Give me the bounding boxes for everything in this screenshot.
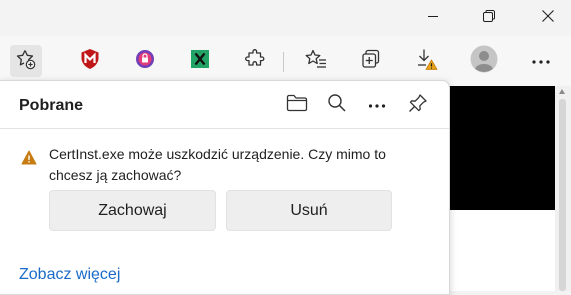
add-favorite-button[interactable] [10,45,42,77]
pin-panel-button[interactable] [404,91,432,119]
more-options-icon [368,96,386,114]
close-window-button[interactable] [525,0,571,36]
collections-button[interactable] [355,45,387,77]
minimize-icon [427,9,439,27]
mcafee-extension-button[interactable] [74,45,106,77]
scroll-up-arrow-icon[interactable] [559,89,565,94]
browser-toolbar [0,36,571,86]
warning-icon [21,150,37,170]
folder-icon [286,94,308,117]
favorites-button[interactable] [300,45,332,77]
scrollbar-thumb[interactable] [559,99,566,291]
collections-icon [361,49,381,74]
profile-avatar-icon [470,45,498,78]
favorites-icon [305,49,327,74]
downloads-warning-icon [414,47,438,76]
settings-more-button[interactable] [525,45,557,77]
favorites-add-icon [15,48,37,75]
downloads-button[interactable] [410,45,442,77]
excel-extension-icon [190,49,210,74]
restore-button[interactable] [466,0,512,36]
page-content-dark [449,86,555,210]
minimize-button[interactable] [410,0,456,36]
delete-button[interactable]: Usuń [226,190,392,231]
more-options-button[interactable] [363,91,391,119]
title-bar [0,0,571,36]
profile-button[interactable] [468,45,500,77]
see-more-link[interactable]: Zobacz więcej [19,266,120,284]
extensions-button[interactable] [239,45,271,77]
privacy-extension-button[interactable] [129,45,161,77]
privacy-extension-icon [135,49,155,74]
toolbar-separator [283,52,284,72]
search-downloads-button[interactable] [323,91,351,119]
keep-button[interactable]: Zachowaj [49,190,216,231]
download-warning-message: CertInst.exe może uszkodzić urządzenie. … [49,146,386,183]
open-downloads-folder-button[interactable] [283,91,311,119]
downloads-panel-title: Pobrane [19,97,84,114]
pin-icon [408,93,428,118]
extensions-icon [245,48,265,74]
mcafee-icon [80,48,100,75]
page-content-light [449,210,555,291]
restore-icon [482,9,496,28]
excel-extension-button[interactable] [184,45,216,77]
downloads-panel-header: Pobrane [0,81,449,129]
downloads-panel: Pobrane CertInst.exe może uszkodzić urzą… [0,80,450,295]
close-icon [541,9,555,28]
settings-more-icon [531,52,551,70]
search-icon [327,93,347,118]
